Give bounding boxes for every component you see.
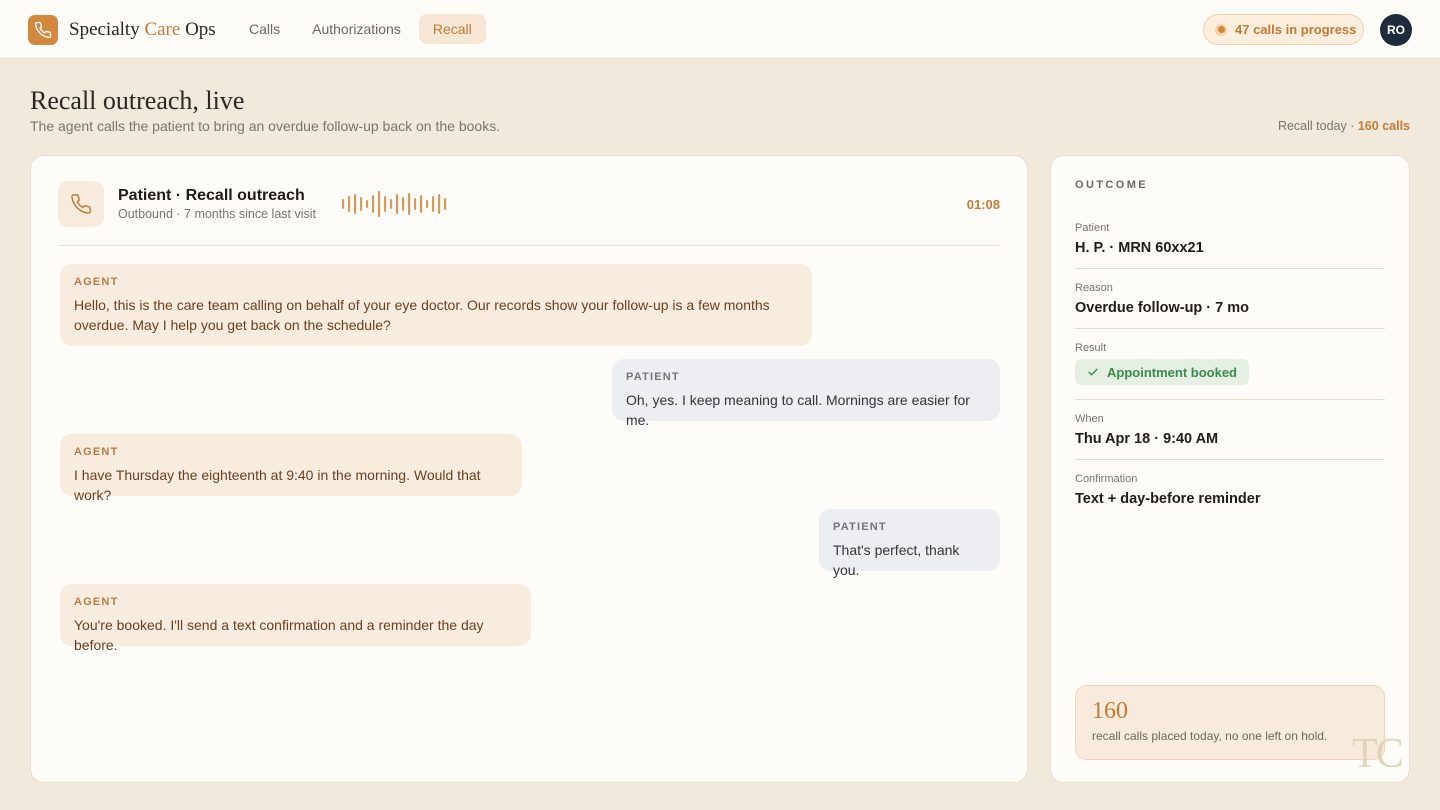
agent-message: AGENT Hello, this is the care team calli… bbox=[60, 264, 812, 346]
patient-field: Patient H. P. · MRN 60xx21 bbox=[1075, 222, 1385, 256]
result-field: Result Appointment booked bbox=[1075, 342, 1385, 385]
result-badge: Appointment booked bbox=[1075, 359, 1249, 385]
page-subtitle: The agent calls the patient to bring an … bbox=[30, 118, 501, 134]
field-label: Confirmation bbox=[1075, 473, 1138, 485]
page-title: Recall outreach, live bbox=[30, 86, 245, 115]
phone-icon bbox=[34, 21, 52, 39]
phone-icon bbox=[71, 194, 91, 214]
nav-recall[interactable]: Recall bbox=[418, 14, 486, 44]
field-divider bbox=[1075, 268, 1385, 269]
live-calls-text: 47 calls in progress bbox=[1235, 22, 1357, 37]
speaker-label: PATIENT bbox=[626, 371, 680, 383]
speaker-label: AGENT bbox=[74, 596, 119, 608]
check-icon bbox=[1088, 368, 1098, 376]
audio-waveform-icon bbox=[342, 191, 447, 217]
field-label: Reason bbox=[1075, 282, 1113, 294]
summary-card: 160 recall calls placed today, no one le… bbox=[1075, 685, 1385, 760]
message-text: That's perfect, thank you. bbox=[833, 542, 960, 578]
confirmation-field: Confirmation Text + day-before reminder bbox=[1075, 473, 1385, 507]
field-divider bbox=[1075, 328, 1385, 329]
field-value: H. P. · MRN 60xx21 bbox=[1075, 240, 1204, 256]
message-text: I have Thursday the eighteenth at 9:40 i… bbox=[74, 467, 481, 503]
outcome-heading: OUTCOME bbox=[1075, 179, 1149, 191]
recall-today-value: 160 calls bbox=[1357, 119, 1410, 133]
message-text: You're booked. I'll send a text confirma… bbox=[74, 617, 484, 653]
app-brand: Specialty Care Ops bbox=[69, 19, 216, 41]
main-nav: Calls Authorizations Recall bbox=[235, 14, 486, 44]
when-field: When Thu Apr 18 · 9:40 AM bbox=[1075, 413, 1385, 447]
message-text: Hello, this is the care team calling on … bbox=[74, 297, 770, 333]
live-calls-badge[interactable]: 47 calls in progress bbox=[1203, 14, 1364, 45]
field-label: Patient bbox=[1075, 222, 1110, 234]
field-divider bbox=[1075, 399, 1385, 400]
agent-message: AGENT You're booked. I'll send a text co… bbox=[60, 584, 531, 653]
header-divider bbox=[58, 245, 1001, 246]
recall-today-stat: Recall today · 160 calls bbox=[1278, 119, 1410, 133]
watermark-logo: TC bbox=[1352, 731, 1404, 777]
field-value: Thu Apr 18 · 9:40 AM bbox=[1075, 431, 1219, 447]
call-panel: Patient · Recall outreach Outbound · 7 m… bbox=[30, 155, 1028, 783]
outcome-panel: OUTCOME Patient H. P. · MRN 60xx21 Reaso… bbox=[1050, 155, 1410, 783]
summary-number: 160 bbox=[1092, 698, 1128, 724]
brand-accent: Care bbox=[144, 19, 181, 40]
field-label: When bbox=[1075, 413, 1104, 425]
nav-calls[interactable]: Calls bbox=[235, 14, 294, 44]
call-timer: 01:08 bbox=[966, 197, 1000, 212]
agent-message: AGENT I have Thursday the eighteenth at … bbox=[60, 434, 522, 503]
top-bar: Specialty Care Ops Calls Authorizations … bbox=[0, 0, 1440, 59]
call-icon-tile bbox=[58, 181, 104, 227]
field-divider bbox=[1075, 459, 1385, 460]
message-text: Oh, yes. I keep meaning to call. Morning… bbox=[626, 392, 970, 428]
patient-message: PATIENT That's perfect, thank you. bbox=[819, 509, 1000, 578]
reason-field: Reason Overdue follow-up · 7 mo bbox=[1075, 282, 1385, 316]
nav-authorizations[interactable]: Authorizations bbox=[298, 14, 415, 44]
summary-text: recall calls placed today, no one left o… bbox=[1092, 729, 1328, 743]
patient-message: PATIENT Oh, yes. I keep meaning to call.… bbox=[612, 359, 1000, 428]
brand-prefix: Specialty bbox=[69, 19, 145, 40]
live-dot-icon bbox=[1215, 23, 1227, 36]
app-logo[interactable] bbox=[28, 15, 58, 45]
user-avatar[interactable]: RO bbox=[1380, 14, 1412, 46]
call-subtitle: Outbound · 7 months since last visit bbox=[118, 207, 317, 221]
result-text: Appointment booked bbox=[1107, 364, 1237, 380]
speaker-label: AGENT bbox=[74, 446, 119, 458]
speaker-label: PATIENT bbox=[833, 521, 887, 533]
field-label: Result bbox=[1075, 342, 1107, 354]
call-title: Patient · Recall outreach bbox=[118, 187, 305, 204]
recall-today-label: Recall today · bbox=[1277, 119, 1358, 133]
field-value: Text + day-before reminder bbox=[1075, 491, 1261, 507]
speaker-label: AGENT bbox=[74, 276, 119, 288]
brand-suffix: Ops bbox=[180, 19, 216, 40]
field-value: Overdue follow-up · 7 mo bbox=[1075, 300, 1250, 316]
